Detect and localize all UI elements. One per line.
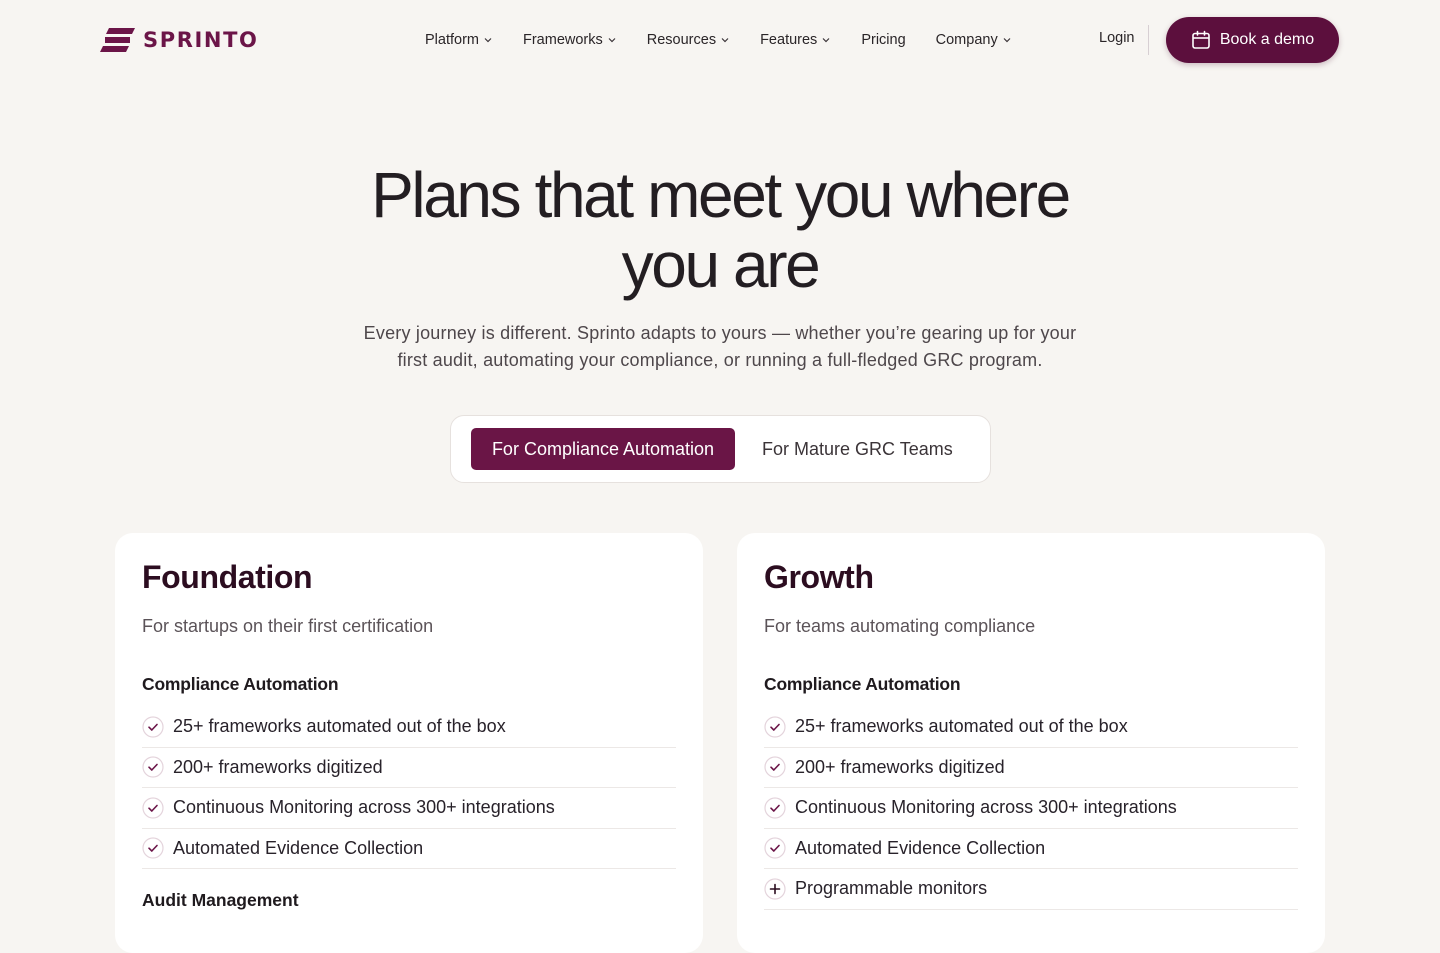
plan-type-toggle: For Compliance Automation For Mature GRC… [450, 415, 991, 483]
plan-card-foundation: Foundation For startups on their first c… [115, 533, 703, 953]
feature-section-title: Compliance Automation [764, 674, 961, 694]
chevron-down-icon [721, 38, 729, 43]
brand-name: SPRINTO [143, 28, 259, 52]
menu-item-label: Frameworks [523, 32, 603, 48]
sprinto-logo-icon [100, 28, 135, 52]
feature-text: 200+ frameworks digitized [795, 756, 1005, 777]
page-subtitle: Every journey is different. Sprinto adap… [320, 320, 1120, 374]
tab-compliance-automation[interactable]: For Compliance Automation [471, 428, 735, 470]
feature-text: Continuous Monitoring across 300+ integr… [173, 797, 555, 818]
plan-name: Foundation [142, 559, 313, 595]
check-icon [142, 716, 164, 738]
feature-text: 25+ frameworks automated out of the box [795, 716, 1128, 737]
list-item: 25+ frameworks automated out of the box [764, 707, 1298, 748]
check-icon [764, 797, 786, 819]
feature-text: Continuous Monitoring across 300+ integr… [795, 797, 1177, 818]
menu-item-pricing[interactable]: Pricing [861, 32, 905, 48]
list-item: Automated Evidence Collection [142, 829, 676, 869]
main-menu: Platform Frameworks Resources Features P… [425, 28, 1012, 52]
feature-section-title: Audit Management [142, 890, 299, 910]
page-title-line-2: you are [621, 229, 821, 301]
check-icon [142, 756, 164, 778]
feature-text: Programmable monitors [795, 878, 988, 899]
list-item: 200+ frameworks digitized [142, 748, 676, 788]
feature-list: 25+ frameworks automated out of the box … [142, 707, 676, 869]
plan-description: For teams automating compliance [764, 616, 1036, 636]
chevron-down-icon [822, 38, 830, 43]
nav-divider [1148, 25, 1149, 55]
page-subtitle-line-2: first audit, automating your compliance,… [397, 350, 1043, 370]
menu-item-label: Features [760, 32, 818, 48]
page-subtitle-line-1: Every journey is different. Sprinto adap… [363, 323, 1077, 343]
menu-item-label: Company [935, 32, 998, 48]
list-item: 25+ frameworks automated out of the box [142, 707, 676, 748]
book-demo-button[interactable]: Book a demo [1166, 17, 1339, 63]
plan-card-growth: Growth For teams automating compliance C… [737, 533, 1325, 953]
feature-section-title: Compliance Automation [142, 674, 339, 694]
menu-item-frameworks[interactable]: Frameworks [523, 32, 617, 48]
chevron-down-icon [1003, 38, 1011, 43]
plan-description: For startups on their first certificatio… [142, 616, 434, 636]
menu-item-features[interactable]: Features [760, 32, 831, 48]
menu-item-resources[interactable]: Resources [647, 32, 730, 48]
book-demo-label: Book a demo [1219, 31, 1315, 48]
calendar-icon [1192, 30, 1210, 49]
menu-item-label: Platform [425, 32, 479, 48]
tab-mature-grc-teams[interactable]: For Mature GRC Teams [751, 428, 964, 470]
chevron-down-icon [484, 38, 492, 43]
feature-list: 25+ frameworks automated out of the box … [764, 707, 1298, 910]
feature-text: Automated Evidence Collection [795, 837, 1046, 858]
check-icon [764, 837, 786, 859]
feature-text: Automated Evidence Collection [173, 837, 424, 858]
list-item: Automated Evidence Collection [764, 829, 1298, 869]
sprinto-logo[interactable]: SPRINTO [100, 27, 258, 53]
menu-item-platform[interactable]: Platform [425, 32, 493, 48]
chevron-down-icon [608, 38, 616, 43]
menu-item-label: Pricing [861, 32, 906, 48]
feature-text: 25+ frameworks automated out of the box [173, 716, 506, 737]
page-title: Plans that meet you where you are [0, 160, 1440, 300]
list-item: Continuous Monitoring across 300+ integr… [764, 788, 1298, 829]
menu-item-label: Resources [646, 32, 717, 48]
check-icon [764, 716, 786, 738]
check-icon [142, 797, 164, 819]
page-title-line-1: Plans that meet you where [371, 159, 1071, 231]
login-link[interactable]: Login [1099, 30, 1134, 46]
feature-text: 200+ frameworks digitized [173, 756, 383, 777]
top-navigation: SPRINTO Platform Frameworks Resources Fe… [0, 0, 1440, 80]
check-icon [142, 837, 164, 859]
menu-item-company[interactable]: Company [936, 32, 1012, 48]
list-item: 200+ frameworks digitized [764, 748, 1298, 788]
list-item[interactable]: Programmable monitors [764, 869, 1298, 910]
plus-icon[interactable] [764, 878, 786, 900]
list-item: Continuous Monitoring across 300+ integr… [142, 788, 676, 829]
plan-name: Growth [764, 559, 874, 595]
check-icon [764, 756, 786, 778]
